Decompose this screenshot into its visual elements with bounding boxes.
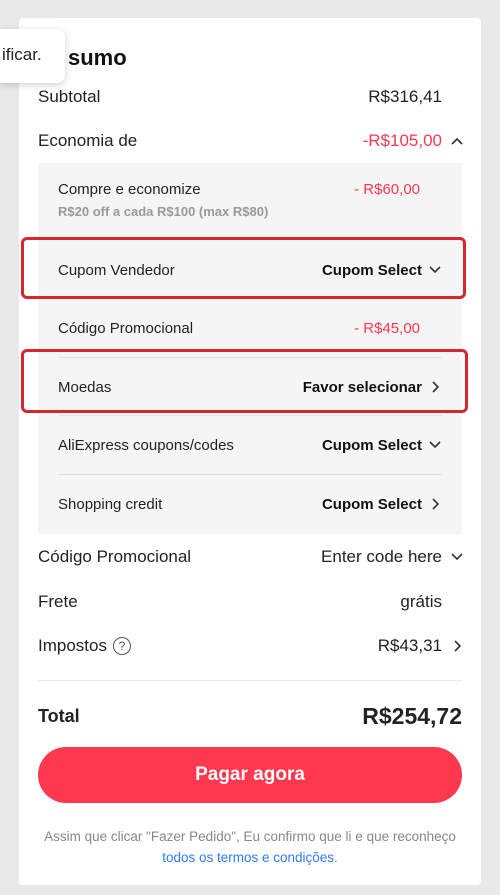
divider [58,415,442,416]
shopping-credit-row[interactable]: Shopping credit Cupom Select [38,493,462,515]
shopping-credit-label: Shopping credit [58,495,163,513]
chevron-right-icon[interactable] [450,639,464,653]
promo-code-label: Código Promocional [38,547,192,566]
chevron-down-icon[interactable] [428,438,442,452]
help-icon[interactable]: ? [112,637,131,655]
economia-row[interactable]: Economia de -R$105,00 [38,127,464,155]
legal-end: . [334,850,338,865]
economia-value: -R$105,00 [362,131,442,150]
legal-text: Assim que clicar "Fazer Pedido", Eu conf… [38,826,462,868]
summary-title: sumo [68,45,127,70]
frete-value: grátis [400,592,442,611]
aliexpress-value[interactable]: Cupom Select [322,437,422,454]
codigo-label: Código Promocional [58,319,194,337]
codigo-row: Código Promocional - R$45,00 [38,317,462,339]
total-label: Total [38,706,80,726]
pay-now-button[interactable]: Pagar agora [38,747,462,803]
promo-code-value[interactable]: Enter code here [321,547,442,567]
compre-note: R$20 off a cada R$100 (max R$80) [58,204,269,219]
economia-label: Economia de [38,131,138,150]
total-row: Total R$254,72 [38,703,462,730]
frete-label: Frete [38,592,78,611]
subtotal-value: R$316,41 [368,87,442,106]
compre-row: Compre e economize R$20 off a cada R$100… [38,181,462,219]
chevron-right-icon[interactable] [428,497,442,511]
compre-value: - R$60,00 [354,181,420,198]
shopping-credit-value[interactable]: Cupom Select [322,496,422,513]
chevron-down-icon[interactable] [450,550,464,564]
frete-row: Frete grátis [38,588,464,616]
highlight-annotation [21,349,468,413]
codigo-value: - R$45,00 [354,319,420,337]
aliexpress-label: AliExpress coupons/codes [58,436,234,454]
impostos-label: Impostos [38,636,107,655]
subtotal-row: Subtotal R$316,41 [38,83,464,111]
promo-code-row[interactable]: Código Promocional Enter code here [38,543,464,571]
tooltip-text: ificar. [2,45,42,64]
impostos-value: R$43,31 [377,636,442,655]
compre-label: Compre e economize [58,181,201,198]
aliexpress-row[interactable]: AliExpress coupons/codes Cupom Select [38,434,462,456]
terms-link[interactable]: todos os termos e condições [162,850,334,865]
tooltip: ificar. [0,29,65,83]
total-value: R$254,72 [362,703,462,729]
divider [58,474,442,475]
chevron-up-icon[interactable] [450,134,464,148]
highlight-annotation [21,237,466,299]
divider [38,680,462,681]
legal-body: Assim que clicar "Fazer Pedido", Eu conf… [44,829,456,844]
subtotal-label: Subtotal [38,87,101,106]
impostos-row[interactable]: Impostos ? R$43,31 [38,632,464,660]
